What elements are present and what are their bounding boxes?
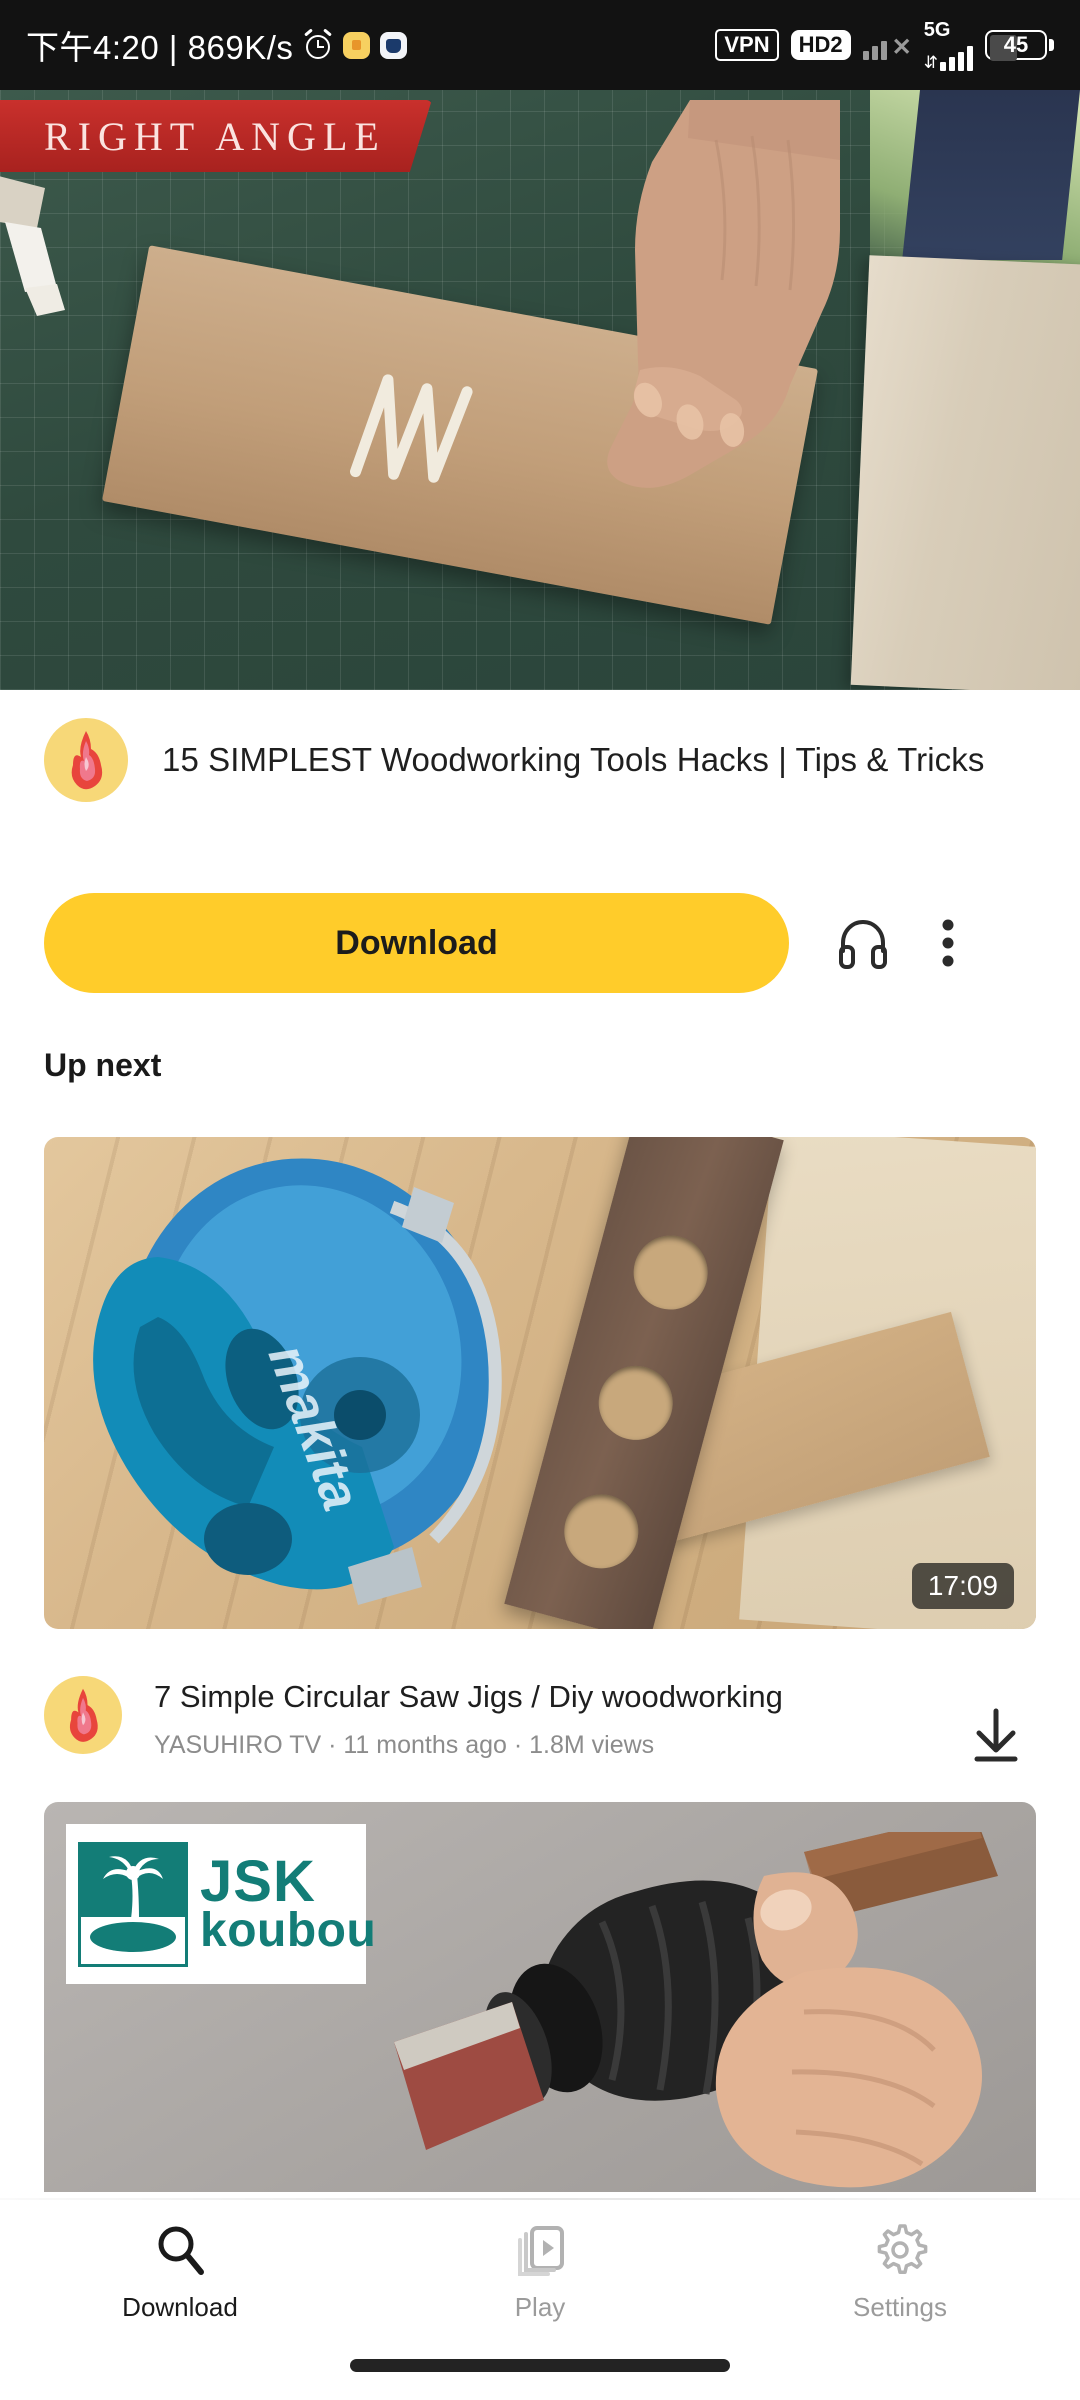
up-next-item-1-meta[interactable]: 7 Simple Circular Saw Jigs / Diy woodwor… (0, 1676, 1080, 1776)
hand-with-power-tool (394, 1832, 998, 2188)
blue-cat-app-icon (380, 31, 408, 59)
status-bar: 下午4:20 | 869K/s VPN HD2 ✕ 5G ⇵ 45 (0, 0, 1080, 90)
nav-item-settings[interactable]: Settings (720, 2222, 1080, 2323)
jsk-wordmark: JSK koubou (200, 1849, 377, 1957)
data-transfer-icon: ⇵ (923, 52, 938, 72)
search-icon (158, 2226, 204, 2275)
video-overlay-banner: RIGHT ANGLE (0, 100, 432, 172)
video-duration-badge: 17:09 (911, 1563, 1014, 1609)
jsk-line2: koubou (200, 1903, 377, 1957)
up-next-channel-avatar[interactable] (44, 1676, 122, 1754)
battery-level-label: 45 (1003, 32, 1029, 57)
gear-icon (877, 2224, 928, 2274)
app-screen: 下午4:20 | 869K/s VPN HD2 ✕ 5G ⇵ 45 RIGHT … (0, 0, 1080, 2400)
action-row: Download (0, 893, 1080, 993)
up-next-thumbnail-1[interactable]: makita 17:09 (44, 1137, 1036, 1629)
play-device-icon (518, 2226, 564, 2276)
network-type-label: 5G (923, 18, 951, 41)
nav-label-play: Play (514, 2292, 566, 2322)
more-vertical-icon (942, 919, 954, 967)
hand (607, 100, 840, 488)
home-indicator[interactable] (350, 2359, 730, 2372)
up-next-thumbnail-2[interactable]: JSK koubou (44, 1802, 1036, 2192)
vpn-badge: VPN (715, 29, 779, 61)
video-title-row[interactable]: 15 SIMPLEST Woodworking Tools Hacks | Ti… (0, 718, 1080, 802)
flame-logo-icon (71, 730, 103, 789)
video-title: 15 SIMPLEST Woodworking Tools Hacks | Ti… (162, 740, 985, 778)
nav-item-play[interactable]: Play (360, 2222, 720, 2323)
up-next-item-1-text: 7 Simple Circular Saw Jigs / Diy woodwor… (154, 1676, 956, 1760)
sim1-signal-icon: ✕ (862, 30, 912, 60)
download-arrow-icon (974, 1708, 1018, 1762)
status-bar-left: 下午4:20 | 869K/s (26, 21, 408, 69)
jsk-line1: JSK (200, 1849, 316, 1915)
status-clock-and-netspeed: 下午4:20 | 869K/s (26, 29, 294, 66)
up-next-heading: Up next (44, 1047, 162, 1083)
jsk-island-icon (78, 1841, 188, 1967)
item-download-button[interactable] (956, 1696, 1036, 1776)
up-next-item-1-subtitle: YASUHIRO TV · 11 months ago · 1.8M views (154, 1730, 655, 1759)
yellow-app-icon (343, 31, 371, 59)
hd2-badge: HD2 (790, 30, 851, 60)
palm-tree-icon (103, 1855, 163, 1919)
glue-bottle (0, 176, 65, 316)
flame-logo-icon (69, 1688, 98, 1742)
more-options-button[interactable] (917, 899, 979, 987)
channel-avatar[interactable] (44, 718, 128, 802)
right-wood-board (850, 255, 1080, 690)
background-edge (902, 90, 1080, 260)
nav-item-download[interactable]: Download (0, 2222, 360, 2323)
alarm-clock-icon (303, 28, 333, 60)
sim2-5g-signal-icon: 5G ⇵ (924, 20, 973, 71)
video-player[interactable]: RIGHT ANGLE (0, 90, 1080, 690)
status-bar-right: VPN HD2 ✕ 5G ⇵ 45 (715, 20, 1054, 71)
headphones-button[interactable] (819, 899, 907, 987)
nav-label-download: Download (122, 2292, 238, 2322)
nav-label-settings: Settings (853, 2292, 947, 2322)
circular-saw: makita (93, 1158, 502, 1605)
headphones-icon (839, 919, 887, 969)
battery-icon: 45 (985, 30, 1054, 61)
jsk-koubou-logo: JSK koubou (66, 1824, 376, 1984)
banner-text: RIGHT ANGLE (44, 113, 386, 159)
download-button[interactable]: Download (44, 893, 789, 993)
up-next-item-1-title: 7 Simple Circular Saw Jigs / Diy woodwor… (154, 1679, 783, 1714)
